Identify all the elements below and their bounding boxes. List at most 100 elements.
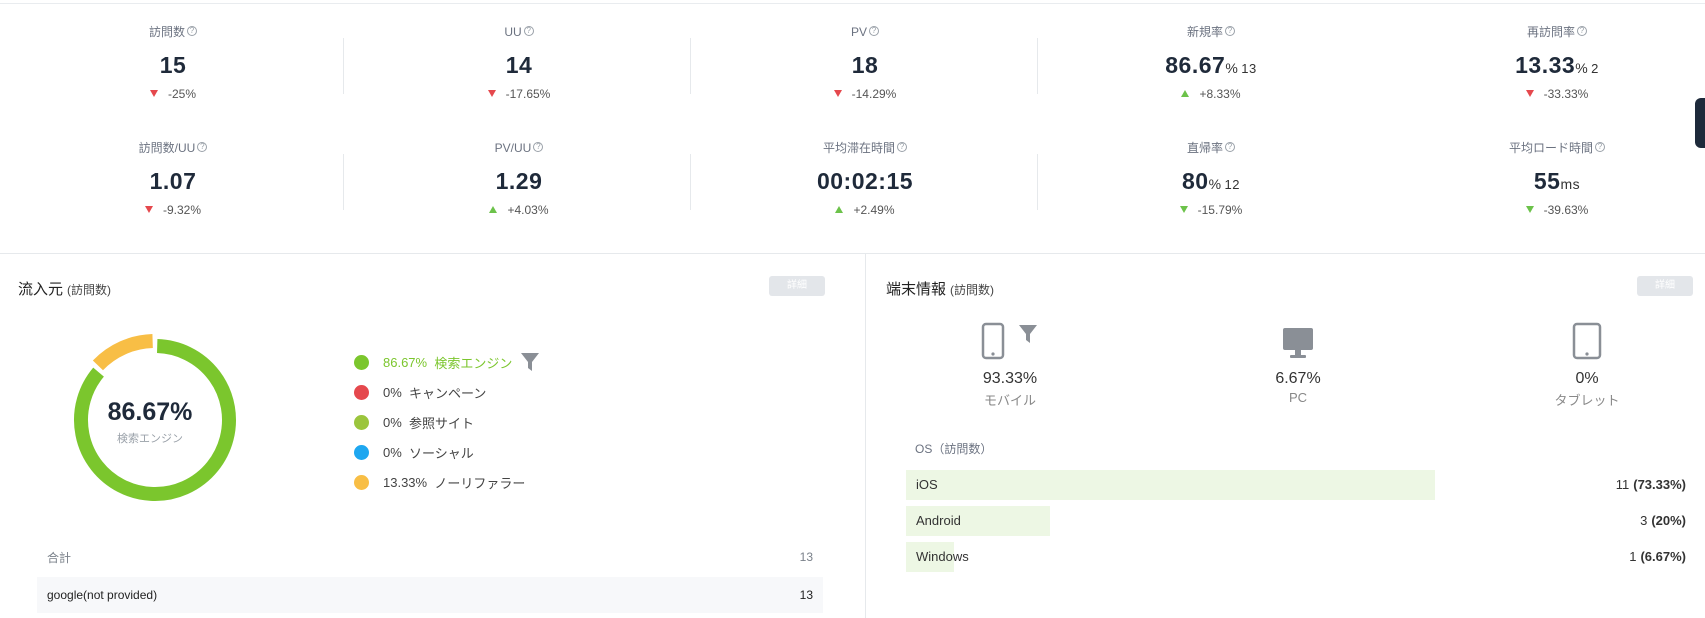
metric-delta: -33.33%	[1543, 87, 1589, 101]
os-row-android[interactable]: Android 3 (20%)	[906, 506, 1686, 536]
side-panel-tab[interactable]	[1695, 98, 1705, 148]
help-icon[interactable]: ?	[1595, 142, 1605, 152]
metric-delta: +2.49%	[853, 203, 895, 217]
donut-segment[interactable]	[92, 334, 154, 371]
device-panel-title: 端末情報 (訪問数)	[886, 278, 994, 299]
metric-delta: -14.29%	[851, 87, 897, 101]
donut-center-value: 86.67%	[107, 398, 193, 426]
metric-label: 平均滞在時間	[822, 141, 895, 155]
traffic-title-text: 流入元	[18, 281, 64, 298]
legend-pct: 0%	[383, 384, 402, 400]
total-label: 合計	[47, 550, 72, 565]
metric-delta: -39.63%	[1543, 203, 1589, 217]
device-detail-button[interactable]: 詳細	[1637, 276, 1693, 296]
metric-visits: 訪問数? 15 -25%	[0, 24, 346, 101]
metric-label: 平均ロード時間	[1508, 141, 1593, 155]
metric-unit: ms	[1560, 176, 1581, 192]
down-arrow-icon	[149, 90, 158, 97]
metric-pv-per-uu: PV/UU? 1.29 +4.03%	[346, 140, 692, 217]
down-arrow-icon	[1525, 90, 1534, 97]
os-name: Android	[916, 513, 961, 528]
legend-item-campaign[interactable]: 0% キャンペーン	[354, 383, 486, 401]
metric-value: 1.29	[495, 168, 543, 194]
legend-name: ノーリファラー	[434, 475, 526, 491]
metric-label: PV	[850, 25, 867, 39]
legend-item-social[interactable]: 0% ソーシャル	[354, 443, 474, 461]
metric-separator	[1037, 154, 1038, 210]
os-row-ios[interactable]: iOS 11 (73.33%)	[906, 470, 1686, 500]
os-count: 1	[1629, 549, 1637, 564]
down-arrow-icon	[1525, 206, 1534, 213]
metric-value: 13.33	[1515, 52, 1576, 78]
metric-separator	[690, 38, 691, 94]
pc-icon	[1283, 328, 1313, 358]
help-icon[interactable]: ?	[197, 142, 208, 152]
help-icon[interactable]: ?	[523, 26, 534, 36]
metric-delta: -9.32%	[162, 203, 202, 217]
metric-label: 直帰率	[1186, 141, 1223, 155]
legend-item-referral[interactable]: 0% 参照サイト	[354, 413, 474, 431]
help-icon[interactable]: ?	[1577, 26, 1587, 36]
os-count: 11	[1615, 477, 1630, 492]
up-arrow-icon	[1181, 90, 1190, 97]
os-row-windows[interactable]: Windows 1 (6.67%)	[906, 542, 1686, 572]
metric-separator	[343, 38, 344, 94]
metric-label: UU	[504, 25, 522, 39]
legend-pct: 13.33%	[383, 474, 428, 490]
up-arrow-icon	[489, 206, 498, 213]
legend-pct: 0%	[383, 444, 402, 460]
legend-item-no-referrer[interactable]: 13.33% ノーリファラー	[354, 473, 525, 491]
metric-label: PV/UU	[494, 141, 532, 155]
traffic-detail-button[interactable]: 詳細	[769, 276, 825, 296]
os-count: 3	[1640, 513, 1648, 528]
legend-dot	[354, 354, 369, 370]
metric-unit: %	[1575, 60, 1589, 76]
metric-visits-per-uu: 訪問数/UU? 1.07 -9.32%	[0, 140, 346, 217]
metric-value: 86.67	[1165, 52, 1226, 78]
metric-return-rate: 再訪問率? 13.33% 2 -33.33%	[1384, 24, 1705, 101]
down-arrow-icon	[1179, 206, 1188, 213]
legend-item-search-engine[interactable]: 86.67% 検索エンジン	[354, 353, 540, 371]
table-row[interactable]: google(not provided) 13	[37, 577, 823, 613]
help-icon[interactable]: ?	[533, 142, 544, 152]
tablet-icon	[1572, 322, 1602, 360]
metric-value: 18	[851, 52, 879, 78]
metric-separator	[343, 154, 344, 210]
help-icon[interactable]: ?	[869, 26, 879, 36]
donut-center-label: 検索エンジン	[117, 433, 183, 445]
help-icon[interactable]: ?	[1225, 142, 1235, 152]
filter-icon[interactable]	[1017, 322, 1039, 346]
filter-icon[interactable]	[520, 351, 540, 373]
row-value: 13	[799, 588, 813, 602]
legend-pct: 86.67%	[383, 354, 428, 370]
metric-unit: %	[1208, 176, 1222, 192]
device-pc[interactable]: 6.67% PC	[1218, 318, 1378, 405]
metric-value: 80	[1181, 168, 1209, 194]
metric-delta: -25%	[167, 87, 196, 101]
os-pct: (20%)	[1651, 513, 1686, 528]
metric-count: 2	[1591, 61, 1599, 76]
metric-pv: PV? 18 -14.29%	[692, 24, 1038, 101]
metric-delta: -17.65%	[505, 87, 551, 101]
traffic-title-sub: (訪問数)	[67, 283, 112, 297]
os-section-title: OS（訪問数）	[915, 442, 993, 456]
metric-unit: %	[1225, 60, 1239, 76]
help-icon[interactable]: ?	[187, 26, 197, 36]
os-bar	[906, 470, 1435, 500]
metric-label: 訪問数	[148, 25, 185, 39]
metric-count: 12	[1224, 177, 1240, 192]
down-arrow-icon	[144, 206, 153, 213]
help-icon[interactable]: ?	[1225, 26, 1235, 36]
metric-value: 15	[159, 52, 187, 78]
help-icon[interactable]: ?	[897, 142, 907, 152]
os-name: Windows	[916, 549, 969, 564]
panel-divider	[865, 254, 866, 618]
metric-bounce-rate: 直帰率? 80% 12 -15.79%	[1038, 140, 1384, 217]
device-tablet[interactable]: 0% タブレット	[1507, 318, 1667, 409]
metric-avg-duration: 平均滞在時間? 00:02:15 +2.49%	[692, 140, 1038, 217]
up-arrow-icon	[835, 206, 844, 213]
legend-name: ソーシャル	[409, 445, 474, 461]
metric-separator	[690, 154, 691, 210]
device-title-sub: (訪問数)	[950, 283, 995, 297]
device-mobile[interactable]: 93.33% モバイル	[930, 318, 1090, 409]
